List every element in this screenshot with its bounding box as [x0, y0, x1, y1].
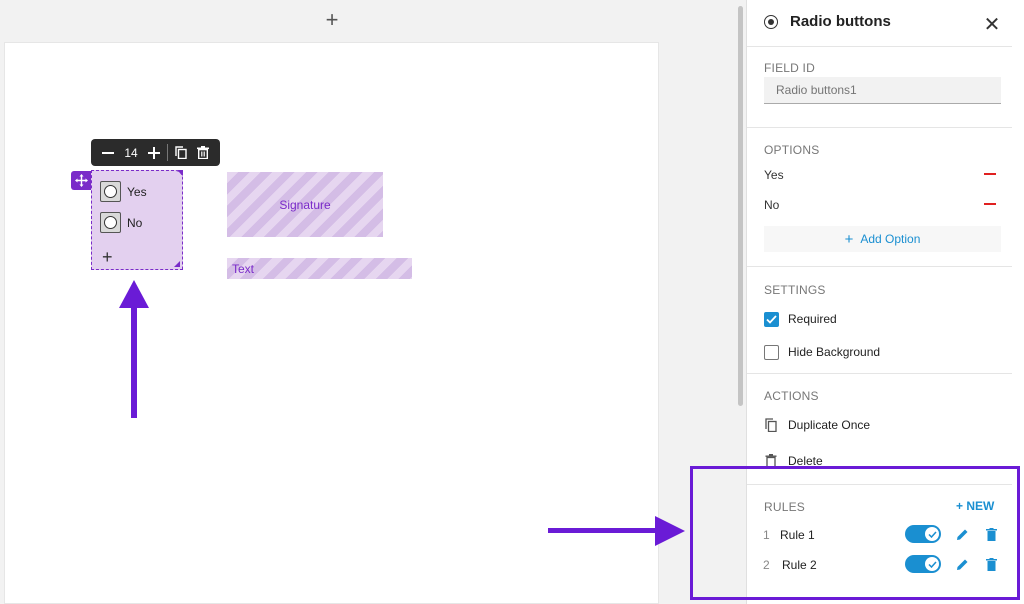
radio-option-no[interactable]: No	[100, 212, 142, 233]
hide-background-label[interactable]: Hide Background	[788, 345, 880, 359]
divider	[747, 266, 1012, 267]
minus-icon	[102, 151, 114, 154]
field-toolbar: 14	[91, 139, 220, 166]
add-radio-option-button[interactable]: +	[102, 247, 113, 268]
annotation-arrow-up	[131, 300, 137, 418]
radio-box	[100, 212, 121, 233]
annotation-arrow-up-head	[119, 280, 149, 308]
option-no-label[interactable]: No	[764, 198, 779, 212]
plus-icon: +	[844, 230, 854, 248]
required-checkbox[interactable]	[764, 312, 779, 327]
resize-handle[interactable]	[174, 261, 180, 267]
font-size-value: 14	[124, 145, 138, 160]
radio-box	[100, 181, 121, 202]
plus-icon	[148, 146, 160, 159]
divider	[747, 46, 1012, 47]
duplicate-icon	[765, 418, 777, 432]
required-label[interactable]: Required	[788, 312, 837, 326]
actions-label: ACTIONS	[764, 389, 819, 403]
panel-title: Radio buttons	[790, 13, 891, 30]
radio-circle-icon	[104, 185, 117, 198]
copy-field-button[interactable]	[170, 139, 192, 166]
option-yes-label[interactable]: Yes	[764, 168, 784, 182]
signature-field-label: Signature	[279, 197, 331, 212]
add-option-button[interactable]: + Add Option	[764, 226, 1001, 252]
duplicate-once-button[interactable]: Duplicate Once	[788, 418, 870, 432]
text-field[interactable]: Text	[227, 258, 412, 279]
field-id-input[interactable]	[764, 77, 1001, 104]
canvas-topbar	[0, 0, 740, 40]
radio-option-yes[interactable]: Yes	[100, 181, 147, 202]
increase-size-button[interactable]	[143, 139, 165, 166]
radio-circle-icon	[104, 216, 117, 229]
signature-field[interactable]: Signature	[227, 172, 383, 237]
move-icon	[75, 174, 88, 187]
settings-label: SETTINGS	[764, 283, 826, 297]
add-option-label: Add Option	[860, 232, 921, 246]
checkmark-icon	[766, 315, 777, 324]
annotation-arrow-right-head	[655, 516, 685, 546]
annotation-arrow-right	[548, 528, 660, 533]
remove-option-no-button[interactable]	[984, 203, 996, 205]
copy-icon	[175, 146, 187, 159]
divider	[747, 127, 1012, 128]
options-label: OPTIONS	[764, 143, 820, 157]
toolbar-divider	[167, 144, 168, 161]
scrollbar-thumb[interactable]	[738, 6, 743, 406]
text-field-label: Text	[232, 261, 255, 276]
divider	[747, 373, 1012, 374]
radio-option-label: No	[127, 215, 143, 230]
document-page[interactable]	[4, 42, 659, 604]
remove-option-yes-button[interactable]	[984, 173, 996, 175]
corner-marker	[177, 170, 183, 176]
radio-icon	[764, 15, 778, 29]
trash-icon	[197, 146, 209, 159]
delete-field-button[interactable]	[192, 139, 214, 166]
radio-group-field[interactable]: Yes No +	[91, 170, 183, 270]
radio-option-label: Yes	[127, 184, 147, 199]
add-page-button[interactable]: +	[323, 9, 341, 31]
close-panel-button[interactable]: ✕	[983, 12, 1001, 37]
field-id-label: FIELD ID	[764, 61, 815, 75]
annotation-highlight-box	[690, 466, 1020, 600]
decrease-size-button[interactable]	[97, 139, 119, 166]
hide-background-checkbox[interactable]	[764, 345, 779, 360]
move-handle[interactable]	[71, 171, 92, 190]
